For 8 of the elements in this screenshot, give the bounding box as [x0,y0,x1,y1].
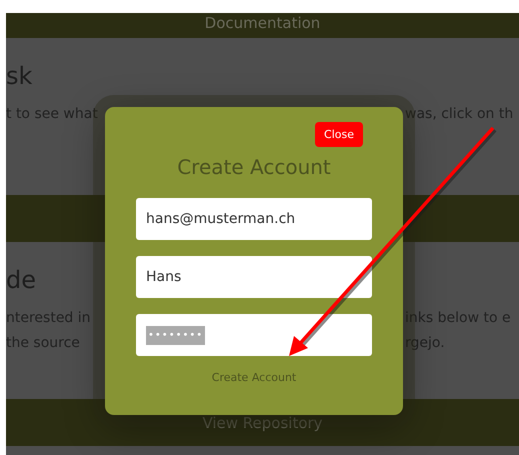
dialog-title: Create Account [177,154,331,181]
password-field[interactable]: •••••••• [136,314,372,356]
close-button[interactable]: Close [315,122,363,147]
create-account-link[interactable]: Create Account [212,371,296,384]
input-field[interactable]: Hans [136,256,372,298]
nav-link[interactable]: View Repository [202,414,323,432]
nav-link[interactable]: Documentation [204,14,320,32]
input-field[interactable]: hans@musterman.ch [136,198,372,240]
